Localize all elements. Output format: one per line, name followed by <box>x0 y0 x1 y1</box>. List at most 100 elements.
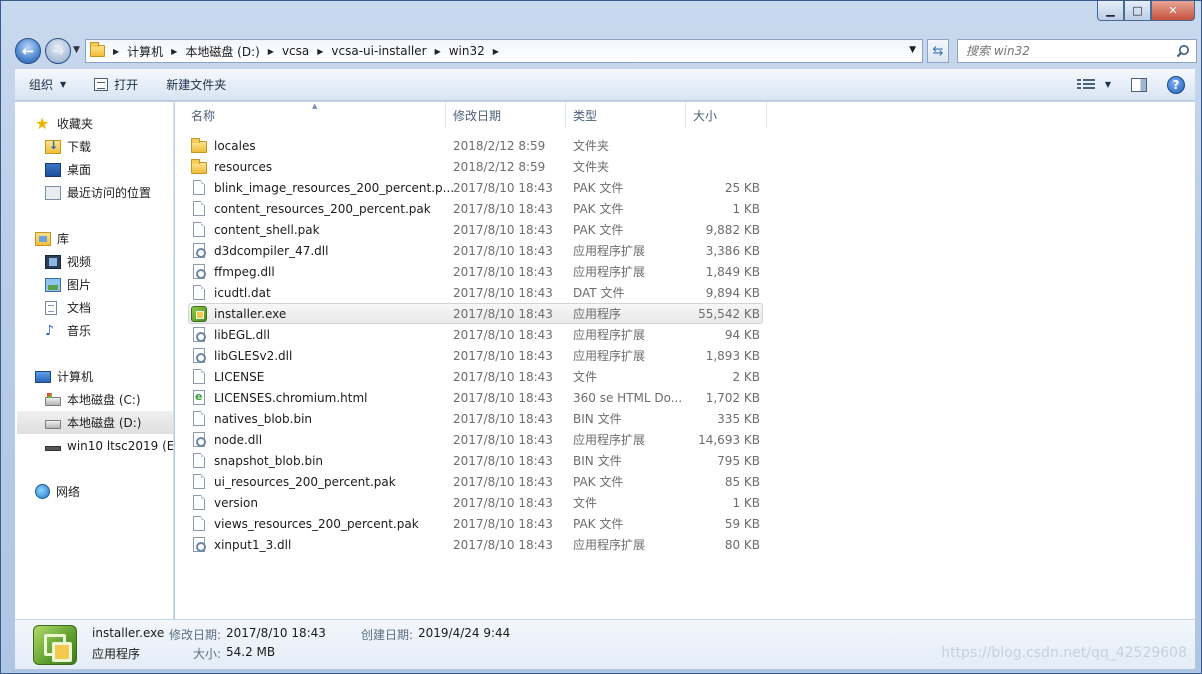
file-row[interactable]: libGLESv2.dll 2017/8/10 18:43 应用程序扩展 1,893 … <box>188 345 763 366</box>
file-row[interactable]: version 2017/8/10 18:43 文件 1 KB <box>188 492 763 513</box>
breadcrumb-chevron-icon[interactable]: ▶ <box>317 47 323 56</box>
file-row[interactable]: views_resources_200_percent.pak 2017/8/10… <box>188 513 763 534</box>
recent-pages-dropdown[interactable]: ▼ <box>73 45 80 55</box>
file-row[interactable]: ffmpeg.dll 2017/8/10 18:43 应用程序扩展 1,849 KB <box>188 261 763 282</box>
file-row[interactable]: snapshot_blob.bin 2017/8/10 18:43 BIN 文件 79… <box>188 450 763 471</box>
maximize-button[interactable]: □ <box>1124 1 1151 21</box>
file-name: content_resources_200_percent.pak <box>214 201 431 216</box>
sort-ascending-icon: ▲ <box>312 102 318 110</box>
sidebar-item-pictures[interactable]: 图片 <box>15 273 173 296</box>
file-size: 25 KB <box>724 180 760 195</box>
file-row[interactable]: icudtl.dat 2017/8/10 18:43 DAT 文件 9,894 KB <box>188 282 763 303</box>
search-input[interactable] <box>966 44 1166 58</box>
chevron-down-icon[interactable]: ▼ <box>1105 80 1111 89</box>
file-type: 文件 <box>573 370 598 384</box>
sidebar-item-drive-c[interactable]: 本地磁盘 (C:) <box>15 388 173 411</box>
file-row[interactable]: node.dll 2017/8/10 18:43 应用程序扩展 14,693 KB <box>188 429 763 450</box>
search-box[interactable] <box>957 39 1197 63</box>
search-icon[interactable] <box>1176 44 1190 58</box>
installer-app-icon <box>33 625 77 665</box>
sidebar-item-drive-e[interactable]: win10 ltsc2019 (E:) <box>15 434 173 457</box>
sidebar-item-desktop[interactable]: 桌面 <box>15 158 173 181</box>
network-icon <box>35 484 50 499</box>
organize-label: 组织 <box>29 78 54 92</box>
file-row[interactable]: locales 2018/2/12 8:59 文件夹 <box>188 135 763 156</box>
sidebar-item-recent-places[interactable]: 最近访问的位置 <box>15 181 173 204</box>
file-row[interactable]: natives_blob.bin 2017/8/10 18:43 BIN 文件 335… <box>188 408 763 429</box>
help-button[interactable]: ? <box>1157 75 1195 94</box>
music-note-icon: ♪ <box>45 322 54 339</box>
library-icon <box>35 231 51 246</box>
change-view-button[interactable]: ▼ <box>1067 78 1121 91</box>
column-header-size[interactable]: 大小 <box>687 102 767 128</box>
file-name: libEGL.dll <box>214 327 270 342</box>
refresh-button[interactable]: ⇆ <box>927 39 949 63</box>
sidebar-item-network[interactable]: 网络 <box>15 480 173 503</box>
details-size-value: 54.2 MB <box>226 645 276 659</box>
details-modified-value: 2017/8/10 18:43 <box>226 626 326 640</box>
forward-button[interactable]: → <box>45 38 71 64</box>
sidebar-item-downloads[interactable]: 下载 <box>15 135 173 158</box>
breadcrumb-vcsa-ui-installer[interactable]: vcsa-ui-installer <box>331 44 426 58</box>
file-type: 应用程序扩展 <box>573 244 646 258</box>
new-folder-label: 新建文件夹 <box>166 78 227 92</box>
sidebar-item-libraries[interactable]: 库 <box>15 227 173 250</box>
dll-file-icon <box>193 243 206 258</box>
file-row[interactable]: xinput1_3.dll 2017/8/10 18:43 应用程序扩展 80 KB <box>188 534 763 555</box>
breadcrumb-computer[interactable]: 计算机 <box>127 43 163 60</box>
file-type: PAK 文件 <box>573 181 624 195</box>
breadcrumb-chevron-icon[interactable]: ▶ <box>268 47 274 56</box>
file-modified-date: 2017/8/10 18:43 <box>453 369 553 384</box>
open-button[interactable]: 打开 <box>80 69 152 100</box>
minimize-button[interactable]: ▁ <box>1097 1 1124 21</box>
file-row[interactable]: LICENSE 2017/8/10 18:43 文件 2 KB <box>188 366 763 387</box>
column-header-date[interactable]: 修改日期 <box>447 102 566 128</box>
file-type: 应用程序扩展 <box>573 265 646 279</box>
sidebar-item-favorites[interactable]: ★ 收藏夹 <box>15 112 173 135</box>
close-button[interactable]: ✕ <box>1151 1 1195 21</box>
file-row[interactable]: LICENSES.chromium.html 2017/8/10 18:43 360… <box>188 387 763 408</box>
breadcrumb-chevron-icon[interactable]: ▶ <box>171 47 177 56</box>
breadcrumb-chevron-icon[interactable]: ▶ <box>435 47 441 56</box>
application-icon <box>191 305 207 322</box>
breadcrumb-win32[interactable]: win32 <box>449 44 485 58</box>
sidebar-item-documents[interactable]: 文档 <box>15 296 173 319</box>
breadcrumb-drive-d[interactable]: 本地磁盘 (D:) <box>185 43 259 60</box>
breadcrumb-chevron-icon[interactable]: ▶ <box>113 47 119 56</box>
address-bar[interactable]: ▶ 计算机 ▶ 本地磁盘 (D:) ▶ vcsa ▶ vcsa-ui-insta… <box>85 39 923 63</box>
file-row[interactable]: ui_resources_200_percent.pak 2017/8/10 18… <box>188 471 763 492</box>
sidebar-item-label: 图片 <box>67 278 92 292</box>
file-modified-date: 2017/8/10 18:43 <box>453 306 553 321</box>
column-header-type[interactable]: 类型 <box>567 102 686 128</box>
computer-icon <box>35 370 51 383</box>
breadcrumb-chevron-icon[interactable]: ▶ <box>493 47 499 56</box>
file-row[interactable]: installer.exe 2017/8/10 18:43 应用程序 55,542 K… <box>188 303 763 324</box>
column-header-label: 大小 <box>693 108 718 123</box>
dll-file-icon <box>193 348 206 363</box>
sidebar-item-drive-d[interactable]: 本地磁盘 (D:) <box>17 411 173 434</box>
navigation-pane: ★ 收藏夹 下载 桌面 最近访问的位置 库 视频 <box>15 102 174 620</box>
address-history-dropdown-icon[interactable]: ▼ <box>909 45 916 55</box>
windows-drive-icon <box>45 392 61 406</box>
file-type: DAT 文件 <box>573 286 625 300</box>
sidebar-item-label: win10 ltsc2019 (E:) <box>67 438 174 453</box>
file-row[interactable]: resources 2018/2/12 8:59 文件夹 <box>188 156 763 177</box>
sidebar-item-computer[interactable]: 计算机 <box>15 365 173 388</box>
preview-pane-button[interactable] <box>1121 77 1157 92</box>
file-row[interactable]: content_resources_200_percent.pak 2017/8/… <box>188 198 763 219</box>
folder-icon <box>90 42 105 57</box>
new-folder-button[interactable]: 新建文件夹 <box>152 69 240 100</box>
sidebar-item-videos[interactable]: 视频 <box>15 250 173 273</box>
file-row[interactable]: libEGL.dll 2017/8/10 18:43 应用程序扩展 94 KB <box>188 324 763 345</box>
dll-file-icon <box>193 327 206 342</box>
sidebar-item-music[interactable]: ♪ 音乐 <box>15 319 173 342</box>
sidebar-item-label: 桌面 <box>67 163 92 177</box>
back-button[interactable]: ← <box>15 38 41 64</box>
organize-menu-button[interactable]: 组织 ▼ <box>15 69 80 100</box>
file-icon <box>193 222 205 237</box>
file-modified-date: 2017/8/10 18:43 <box>453 327 553 342</box>
breadcrumb-vcsa[interactable]: vcsa <box>282 44 309 58</box>
file-row[interactable]: d3dcompiler_47.dll 2017/8/10 18:43 应用程序扩展 3… <box>188 240 763 261</box>
file-row[interactable]: blink_image_resources_200_percent.p... 20… <box>188 177 763 198</box>
file-row[interactable]: content_shell.pak 2017/8/10 18:43 PAK 文件 9,… <box>188 219 763 240</box>
